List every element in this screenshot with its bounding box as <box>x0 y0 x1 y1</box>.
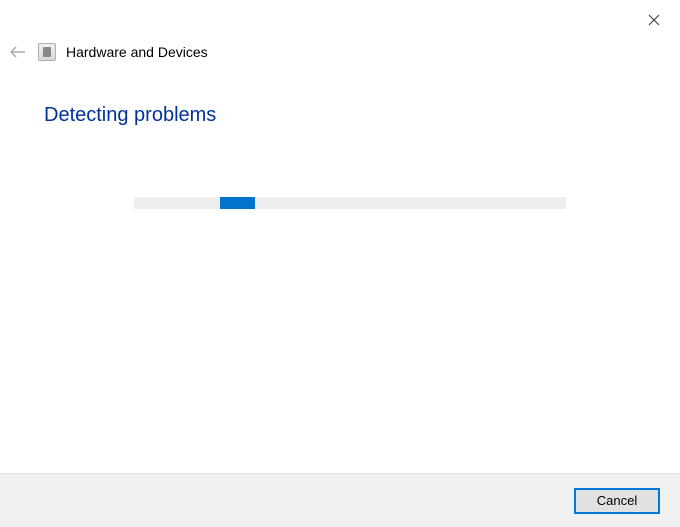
back-button <box>8 42 28 62</box>
close-button[interactable] <box>640 6 668 34</box>
page-heading: Detecting problems <box>44 104 216 127</box>
window-title: Hardware and Devices <box>66 44 208 60</box>
back-arrow-icon <box>10 46 26 58</box>
footer: Cancel <box>0 473 680 527</box>
close-icon <box>648 14 660 26</box>
header: Hardware and Devices <box>8 42 208 62</box>
cancel-button[interactable]: Cancel <box>574 488 660 514</box>
progress-indicator <box>220 197 255 209</box>
progress-bar <box>134 197 566 209</box>
troubleshooter-icon <box>38 43 56 61</box>
